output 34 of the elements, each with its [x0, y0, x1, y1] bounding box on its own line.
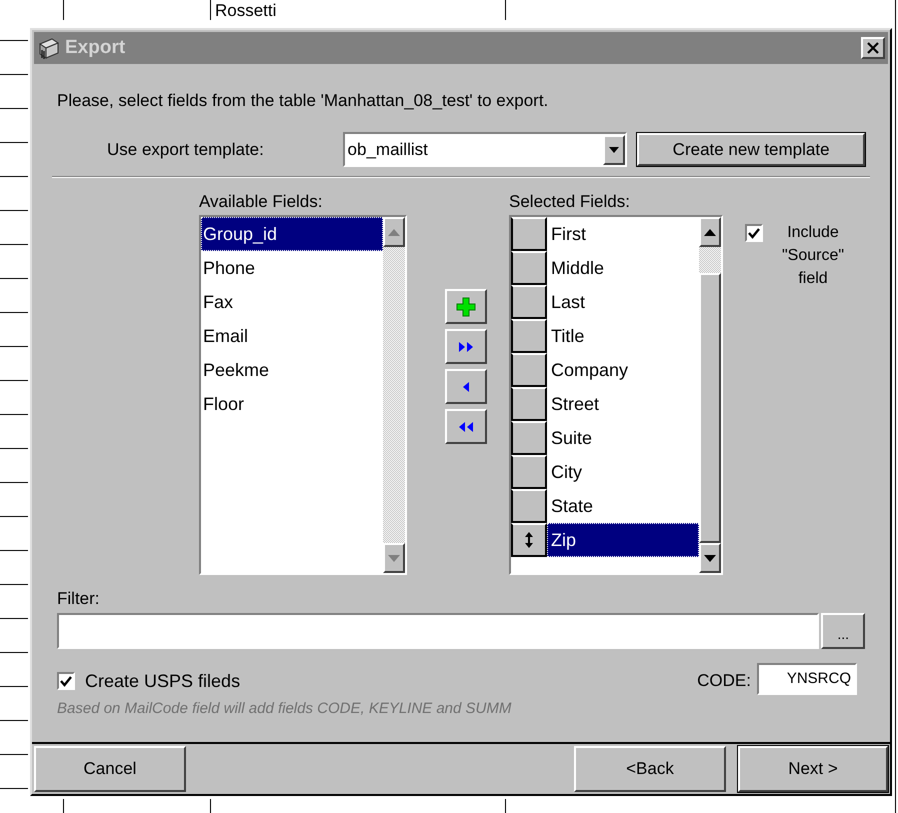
list-item[interactable]: Company: [547, 353, 699, 387]
list-item[interactable]: First: [547, 217, 699, 251]
list-item[interactable]: Middle: [547, 251, 699, 285]
checkbox-label: Include "Source" field: [780, 223, 846, 289]
list-label: Available Fields:: [199, 192, 324, 213]
note-text: Based on MailCode field will add fields CODE, KEYLINE and SUMM: [57, 699, 512, 719]
field-label: Use export template:: [107, 138, 265, 161]
list-item[interactable]: City: [547, 455, 699, 489]
list-item[interactable]: Email: [201, 319, 383, 353]
create-template-button[interactable]: Create new template: [637, 133, 865, 166]
next-button[interactable]: Next >: [738, 746, 888, 792]
field-label: CODE:: [697, 670, 751, 692]
instruction-text: Please, select fields from the table 'Manhattan_08_test' to export.: [57, 90, 550, 112]
list-item[interactable]: Floor: [201, 387, 383, 421]
browse-button[interactable]: ...: [821, 613, 865, 649]
cancel-button[interactable]: Cancel: [34, 746, 186, 792]
list-item[interactable]: Title: [547, 319, 699, 353]
list-item[interactable]: State: [547, 489, 699, 523]
list-item[interactable]: Street: [547, 387, 699, 421]
code-field[interactable]: YNSRCQ: [757, 663, 857, 695]
list-label: Selected Fields:: [509, 192, 631, 213]
list-item[interactable]: Peekme: [201, 353, 383, 387]
cell-text: Rossetti: [215, 2, 276, 20]
template-dropdown[interactable]: ob_maillist: [342, 132, 628, 167]
list-item[interactable]: Fax: [201, 285, 383, 319]
back-button[interactable]: <Back: [574, 746, 726, 792]
list-item[interactable]: Group_id: [201, 217, 383, 251]
list-item[interactable]: Last: [547, 285, 699, 319]
list-item[interactable]: Zip: [547, 523, 699, 557]
list-item[interactable]: Phone: [201, 251, 383, 285]
checkbox-label: Create USPS fileds: [85, 670, 242, 692]
window-title: Export: [65, 36, 126, 60]
field-label: Filter:: [57, 589, 100, 609]
list-item[interactable]: Suite: [547, 421, 699, 455]
